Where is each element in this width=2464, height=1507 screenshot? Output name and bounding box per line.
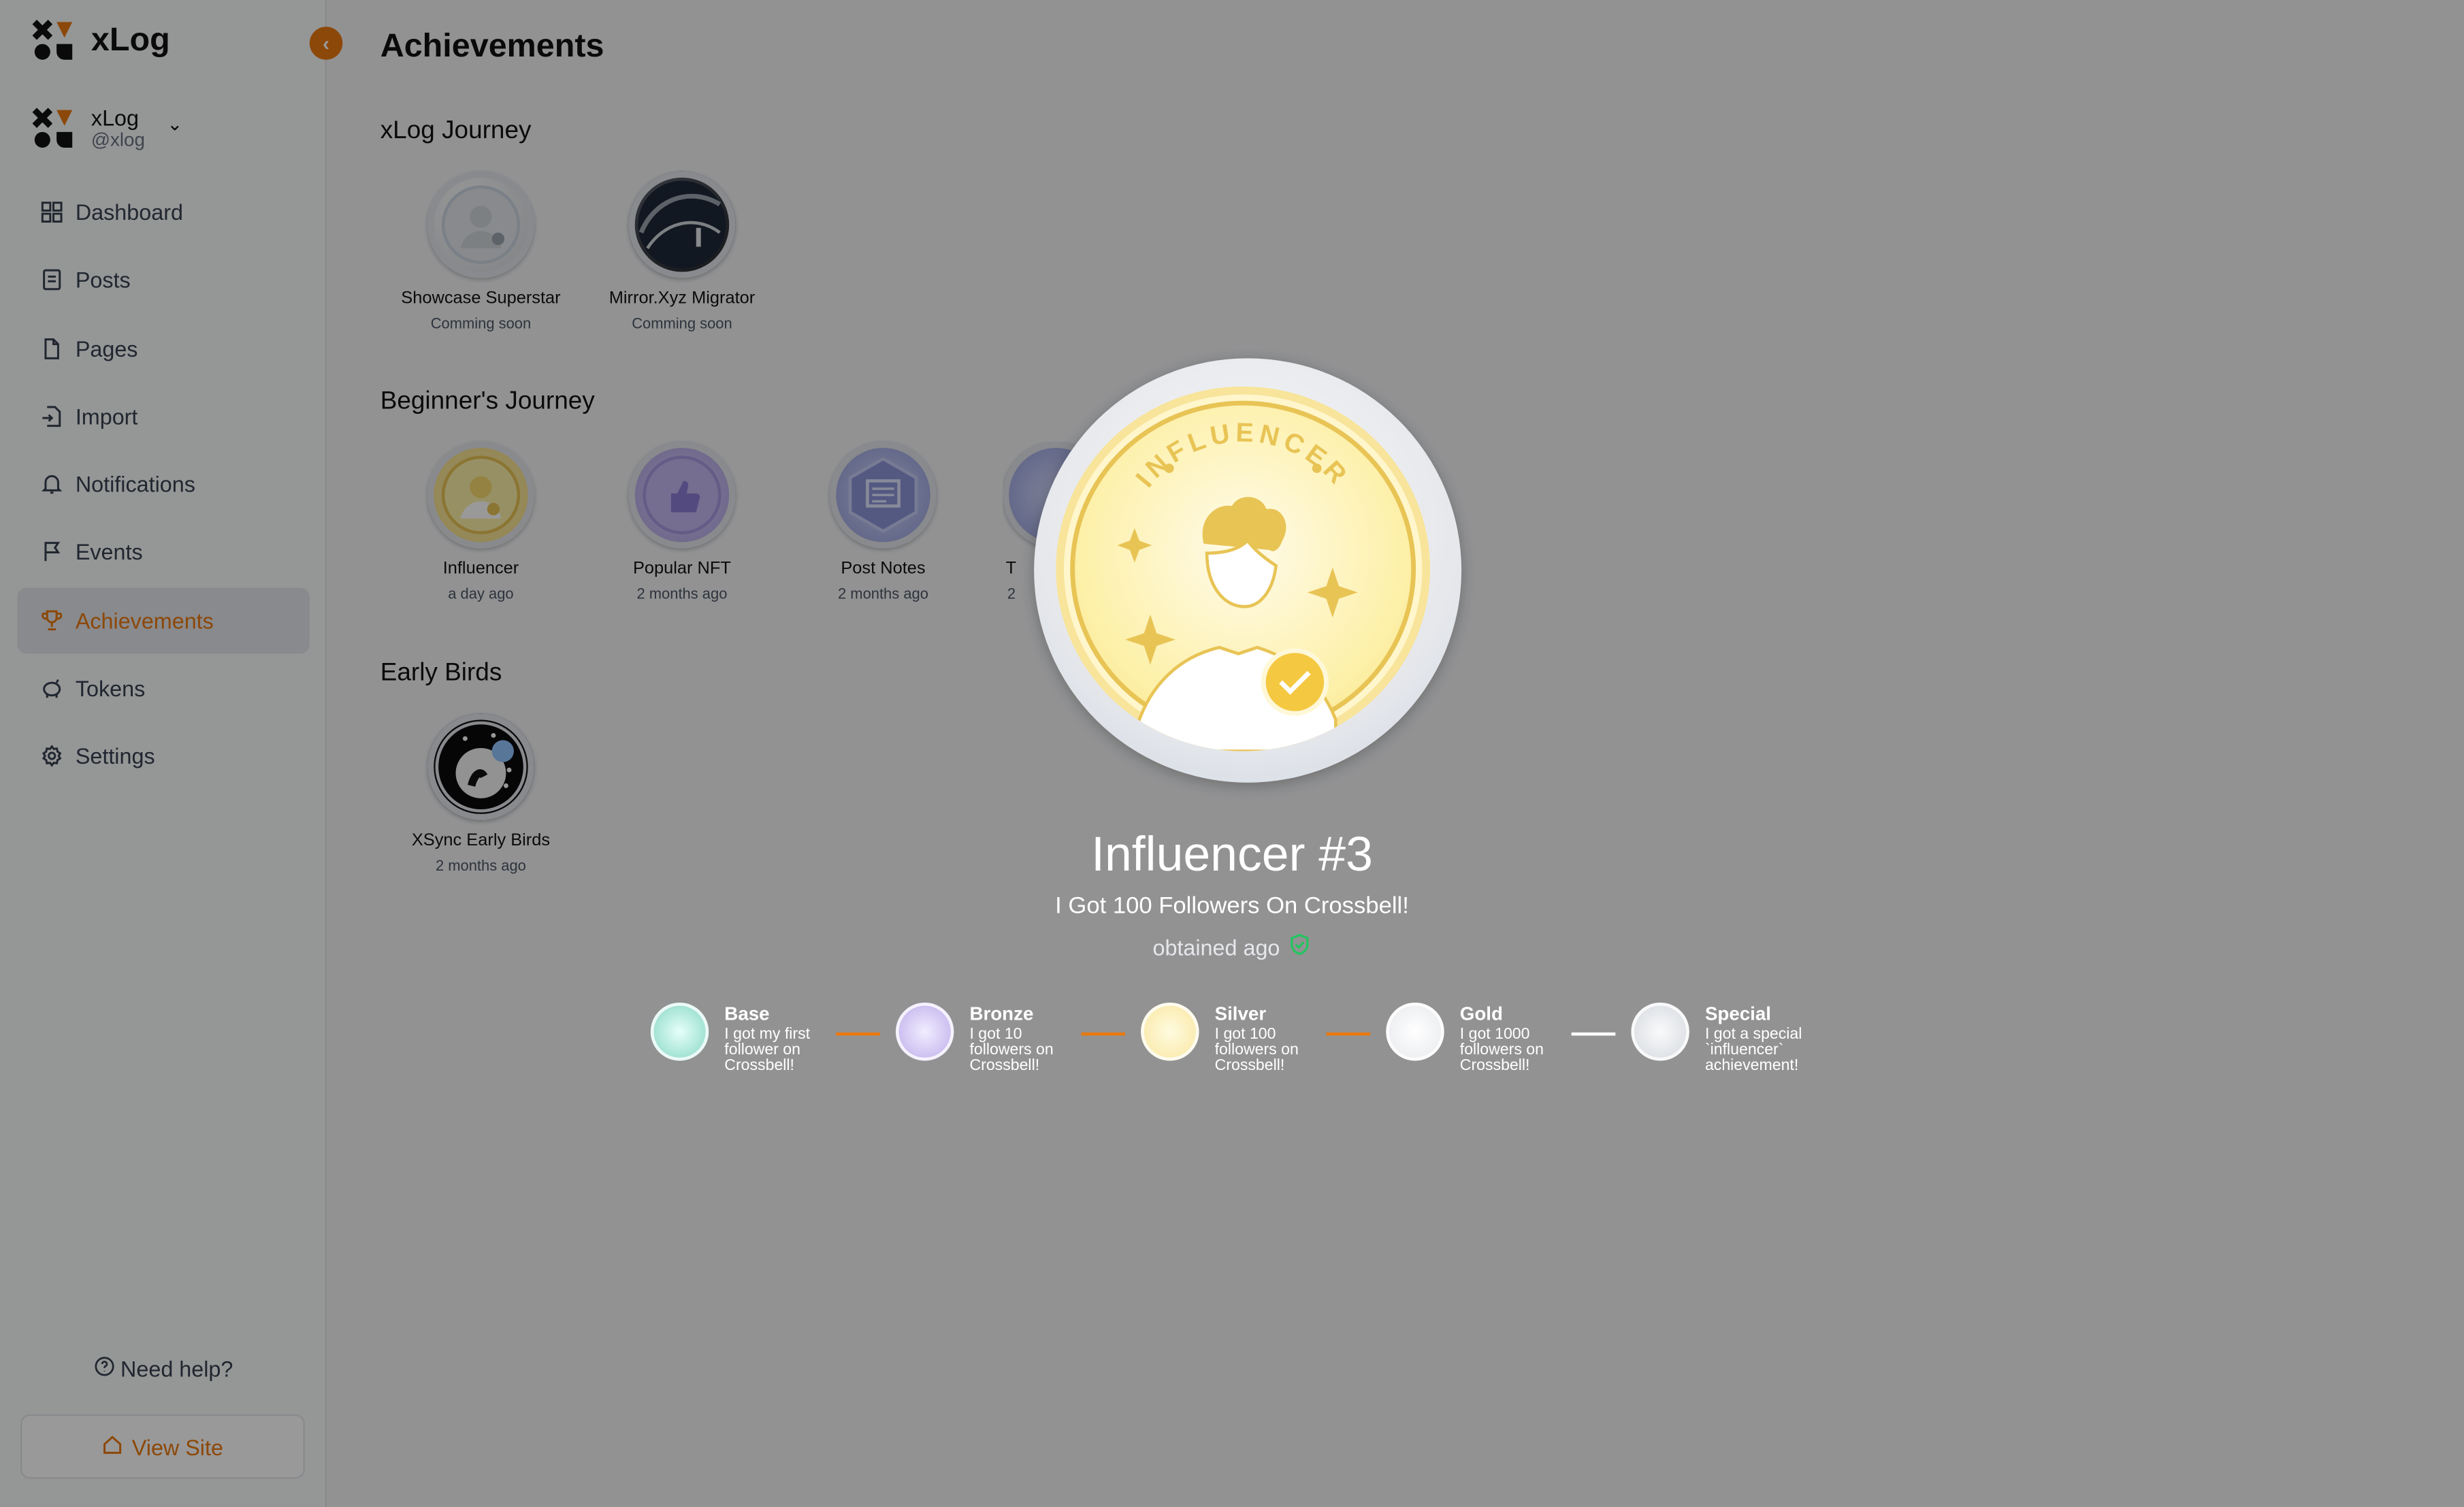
tier-description: I got my first follower on Crossbell! <box>724 1026 811 1075</box>
tier-name: Bronze <box>969 1002 1034 1025</box>
tier-name: Gold <box>1459 1002 1503 1025</box>
tier-name: Base <box>724 1002 770 1025</box>
achievement-obtained: obtained ago <box>0 933 2464 960</box>
tier-name: Silver <box>1214 1002 1267 1025</box>
obtained-text: obtained ago <box>1152 934 1280 960</box>
achievement-description: I Got 100 Followers On Crossbell! <box>1055 892 1409 920</box>
tier-description: I got 10 followers on Crossbell! <box>969 1026 1054 1075</box>
achievement-title: Influencer #3 <box>1091 826 1373 882</box>
tier-badge-icon <box>1631 1002 1689 1061</box>
tier-badge-icon <box>895 1002 954 1061</box>
tier-connector <box>1081 1032 1126 1036</box>
tier-badge-icon <box>1386 1002 1444 1061</box>
tier-silver[interactable]: Silver I got 100 followers on Crossbell! <box>1141 1002 1331 1075</box>
tier-connector <box>1571 1032 1616 1036</box>
verified-shield-icon[interactable] <box>1289 933 1311 960</box>
influencer-coin: INFLUENCER <box>1056 386 1430 751</box>
tier-description: I got 100 followers on Crossbell! <box>1214 1026 1299 1075</box>
svg-text:INFLUENCER: INFLUENCER <box>1130 417 1356 493</box>
tier-connector <box>836 1032 880 1036</box>
tier-gold[interactable]: Gold I got 1000 followers on Crossbell! <box>1386 1002 1576 1075</box>
tier-description: I got a special `influencer` achievement… <box>1704 1026 1802 1075</box>
tier-description: I got 1000 followers on Crossbell! <box>1459 1026 1544 1075</box>
tier-base[interactable]: Base I got my first follower on Crossbel… <box>650 1002 841 1075</box>
tier-badge-icon <box>650 1002 709 1061</box>
tier-name: Special <box>1704 1002 1771 1025</box>
tier-connector <box>1326 1032 1371 1036</box>
tier-special[interactable]: Special I got a special `influencer` ach… <box>1631 1002 1821 1075</box>
achievement-detail-modal: INFLUENCER Influencer #3 I Got 100 Follo… <box>0 0 2464 1507</box>
coin-arc-label: INFLUENCER <box>1130 417 1351 493</box>
tier-badge-icon <box>1141 1002 1199 1061</box>
achievement-large-badge: INFLUENCER <box>1034 358 1462 783</box>
tier-bronze[interactable]: Bronze I got 10 followers on Crossbell! <box>895 1002 1086 1075</box>
